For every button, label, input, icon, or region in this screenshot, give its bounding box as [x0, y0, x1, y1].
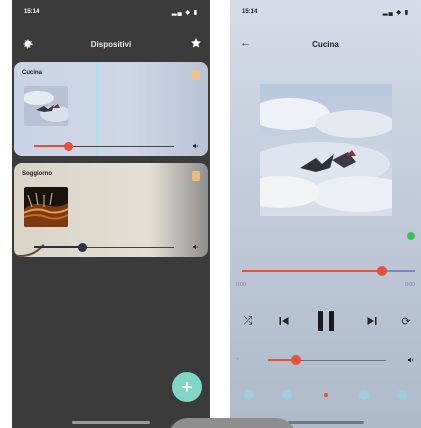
- device-name: Soggiorno: [22, 171, 52, 177]
- decorative-shape: [168, 418, 296, 428]
- volume-icon: [408, 357, 413, 363]
- top-bar: ← Cucina: [230, 36, 421, 56]
- system-status-icons: ▂▄ ◆ ▮: [382, 10, 409, 16]
- add-device-button[interactable]: +: [172, 372, 202, 402]
- status-indicator: [407, 232, 415, 240]
- volume-low-icon: ◂: [236, 356, 239, 362]
- slider-fill: [34, 145, 68, 147]
- progress-knob[interactable]: [377, 266, 387, 276]
- tab-2[interactable]: [282, 390, 292, 400]
- device-name: Cucina: [22, 70, 43, 76]
- plus-icon: +: [181, 377, 193, 397]
- volume-knob[interactable]: [291, 355, 301, 365]
- device-volume-slider[interactable]: [34, 243, 174, 253]
- status-bar: 15:14 ▂▄ ◆ ▮: [230, 9, 421, 21]
- star-icon[interactable]: [190, 37, 202, 49]
- elapsed-time: 0:00: [236, 282, 246, 288]
- pause-icon[interactable]: [314, 306, 338, 336]
- volume-slider[interactable]: ◂: [230, 352, 421, 368]
- tab-4[interactable]: [359, 390, 369, 400]
- tab-3[interactable]: [321, 390, 331, 400]
- device-badge: [192, 171, 200, 181]
- page-title: Dispositivi: [90, 40, 132, 49]
- status-time: 15:14: [242, 9, 258, 15]
- system-status-icons: ▂▄ ◆ ▮: [171, 10, 198, 16]
- repeat-icon[interactable]: ⟳: [398, 306, 414, 336]
- device-volume-slider[interactable]: [34, 142, 174, 152]
- album-thumbnail: [24, 86, 68, 126]
- bottom-tab-bar: [230, 386, 421, 404]
- device-card-soggiorno[interactable]: Soggiorno: [14, 163, 208, 257]
- device-badge: [192, 70, 200, 80]
- total-time: 0:00: [405, 282, 415, 288]
- tab-5[interactable]: [397, 390, 407, 400]
- slider-knob[interactable]: [64, 142, 73, 151]
- home-indicator[interactable]: [72, 421, 150, 424]
- playback-controls: ⤮ ⟳: [230, 306, 421, 336]
- devices-screen: 15:14 ▂▄ ◆ ▮ Dispositivi Cucina Soggiorn…: [12, 0, 210, 428]
- volume-icon: [193, 244, 198, 250]
- progress-fill: [242, 270, 382, 272]
- player-screen: 15:14 ▂▄ ◆ ▮ ← Cucina 0:00 0:00 ⤮ ⟳ ◂: [230, 0, 421, 428]
- playback-progress-bar[interactable]: [242, 266, 415, 276]
- album-artwork: [260, 84, 392, 216]
- album-thumbnail: [24, 187, 68, 227]
- slider-fill: [34, 246, 82, 248]
- page-title: Cucina: [312, 40, 339, 49]
- status-bar: 15:14 ▂▄ ◆ ▮: [12, 9, 210, 21]
- volume-icon: [193, 143, 198, 149]
- home-indicator[interactable]: [288, 421, 364, 424]
- tab-1[interactable]: [244, 390, 254, 400]
- slider-knob[interactable]: [78, 243, 87, 252]
- device-card-cucina[interactable]: Cucina: [14, 62, 208, 156]
- top-bar: Dispositivi: [12, 36, 210, 56]
- previous-icon[interactable]: [274, 306, 294, 336]
- status-time: 15:14: [24, 9, 40, 15]
- next-icon[interactable]: [362, 306, 382, 336]
- shuffle-icon[interactable]: ⤮: [240, 306, 256, 336]
